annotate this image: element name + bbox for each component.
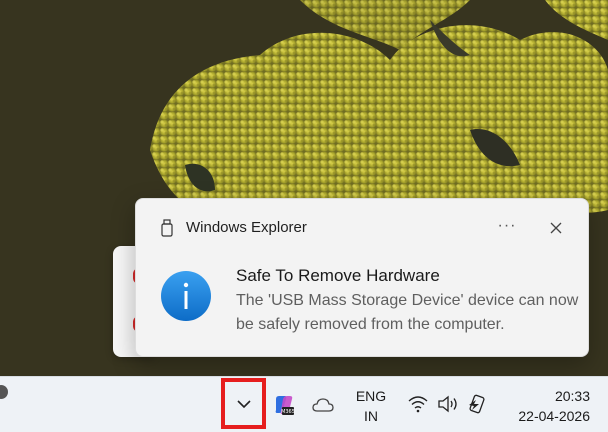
- more-options-button[interactable]: ···: [492, 215, 522, 241]
- chevron-up-icon: [237, 400, 251, 409]
- svg-text:M365: M365: [281, 409, 295, 415]
- battery-charging-icon[interactable]: [466, 394, 490, 414]
- onedrive-icon[interactable]: [312, 397, 334, 413]
- notification-app-name: Windows Explorer: [186, 219, 307, 236]
- input-region: IN: [364, 408, 378, 424]
- info-icon: [160, 270, 212, 322]
- taskbar-app-icon[interactable]: [0, 385, 8, 399]
- copilot-icon[interactable]: M365: [273, 394, 295, 416]
- volume-icon[interactable]: [437, 395, 459, 413]
- wifi-icon[interactable]: [407, 395, 429, 413]
- system-clock[interactable]: 20:33 22-04-2026: [500, 386, 590, 426]
- notification-title: Safe To Remove Hardware: [236, 266, 440, 285]
- notification-header: Windows Explorer ···: [136, 199, 588, 255]
- close-button[interactable]: [541, 215, 571, 241]
- notification-body: The 'USB Mass Storage Device' device can…: [236, 292, 579, 333]
- clock-date: 22-04-2026: [518, 408, 590, 424]
- close-icon: [550, 222, 562, 234]
- usb-drive-icon: [160, 219, 174, 237]
- notification-toast[interactable]: Windows Explorer ··· Safe To Remove Hard…: [135, 198, 589, 357]
- taskbar: M365 ENG IN 20:33 22-04-2026: [0, 376, 608, 432]
- language-indicator[interactable]: ENG IN: [350, 386, 392, 426]
- clock-time: 20:33: [554, 388, 590, 404]
- show-hidden-icons-button[interactable]: [221, 378, 266, 429]
- language-code: ENG: [355, 388, 387, 404]
